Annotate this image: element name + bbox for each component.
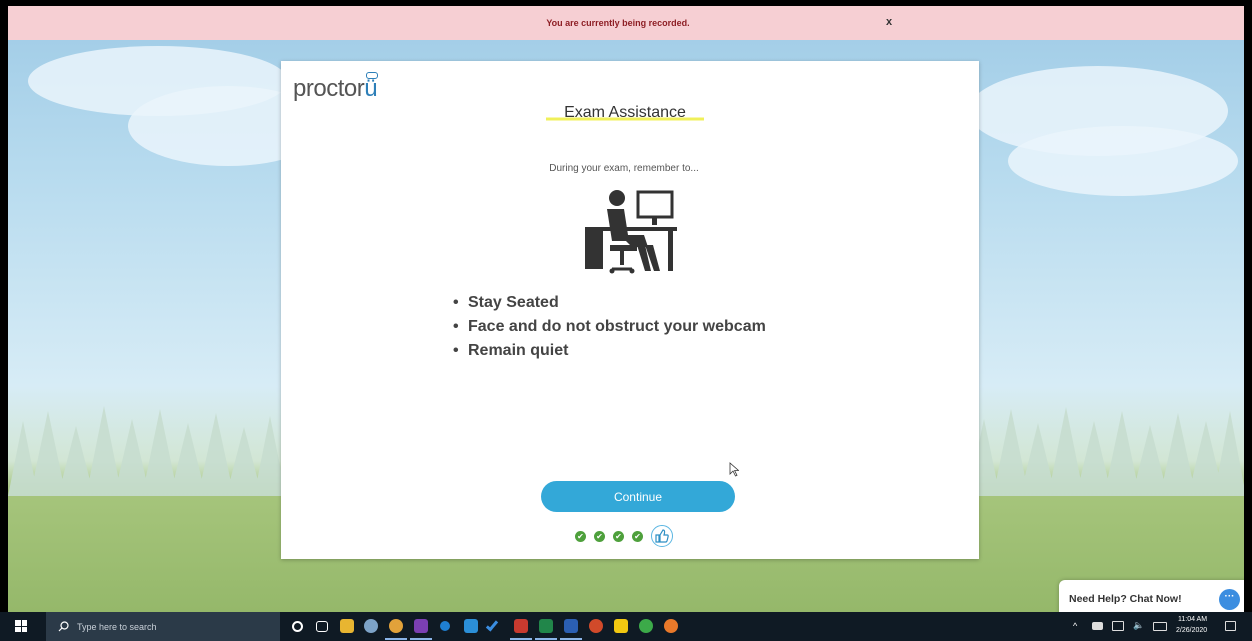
tip-item: Stay Seated [453,291,766,315]
check-icon: ✔ [594,530,605,542]
recording-banner: You are currently being recorded. [8,6,1244,40]
windows-start-icon[interactable] [15,620,27,632]
keyboard-icon[interactable] [1153,622,1167,631]
volume-icon[interactable]: 🔈 [1133,620,1144,631]
powerpoint-icon[interactable] [589,619,603,633]
network-icon[interactable] [1112,621,1124,631]
check-icon: ✔ [613,530,624,542]
app-icon[interactable] [664,619,678,633]
app-icon[interactable] [440,621,450,631]
sticky-notes-icon[interactable] [614,619,628,633]
chrome-icon[interactable] [389,619,403,633]
continue-button[interactable]: Continue [541,481,735,512]
tips-list: Stay Seated Face and do not obstruct you… [453,291,766,363]
tray-app-icon[interactable] [1092,622,1103,630]
hangouts-icon[interactable] [639,619,653,633]
cloud [1008,126,1238,196]
cortana-icon[interactable] [292,621,303,632]
onenote-icon[interactable] [414,619,428,633]
desktop-screen: You are currently being recorded. x proc… [8,6,1244,612]
file-explorer-icon[interactable] [340,619,354,633]
skype-icon[interactable] [464,619,478,633]
tray-time[interactable]: 11:04 AM [1178,616,1207,623]
excel-icon[interactable] [539,619,553,633]
windows-taskbar: Type here to search ^ 🔈 11:04 AM 2/26/20… [0,612,1252,641]
tip-item: Remain quiet [453,339,766,363]
tip-item: Face and do not obstruct your webcam [453,315,766,339]
check-icon: ✔ [575,530,586,542]
dialog-intro: During your exam, remember to... [549,163,699,174]
thumbs-up-icon [651,525,673,547]
close-banner-button[interactable]: x [886,16,892,28]
chat-bubble-icon[interactable] [1219,589,1240,610]
word-icon[interactable] [564,619,578,633]
tray-chevron-icon[interactable]: ^ [1073,621,1077,631]
proctoru-logo: proctorü [293,75,378,102]
mouse-cursor-icon [729,462,739,477]
task-view-icon[interactable] [316,621,328,632]
seated-person-at-computer-icon [585,190,677,274]
taskbar-search-box[interactable]: Type here to search [46,612,280,641]
progress-steps: ✔ ✔ ✔ ✔ [575,525,673,547]
todo-icon[interactable] [485,618,499,632]
acrobat-icon[interactable] [514,619,528,633]
tray-date[interactable]: 2/26/2020 [1176,627,1207,634]
dialog-title: Exam Assistance [281,104,979,123]
chat-label: Need Help? Chat Now! [1069,593,1182,605]
recording-message: You are currently being recorded. [546,18,690,28]
search-icon [58,621,69,632]
exam-assistance-dialog: proctorü Exam Assistance During your exa… [281,61,979,559]
check-icon: ✔ [632,530,643,542]
app-icon[interactable] [364,619,378,633]
search-placeholder: Type here to search [77,621,157,632]
notifications-icon[interactable] [1225,621,1236,631]
chat-now-widget[interactable]: Need Help? Chat Now! [1059,580,1244,612]
